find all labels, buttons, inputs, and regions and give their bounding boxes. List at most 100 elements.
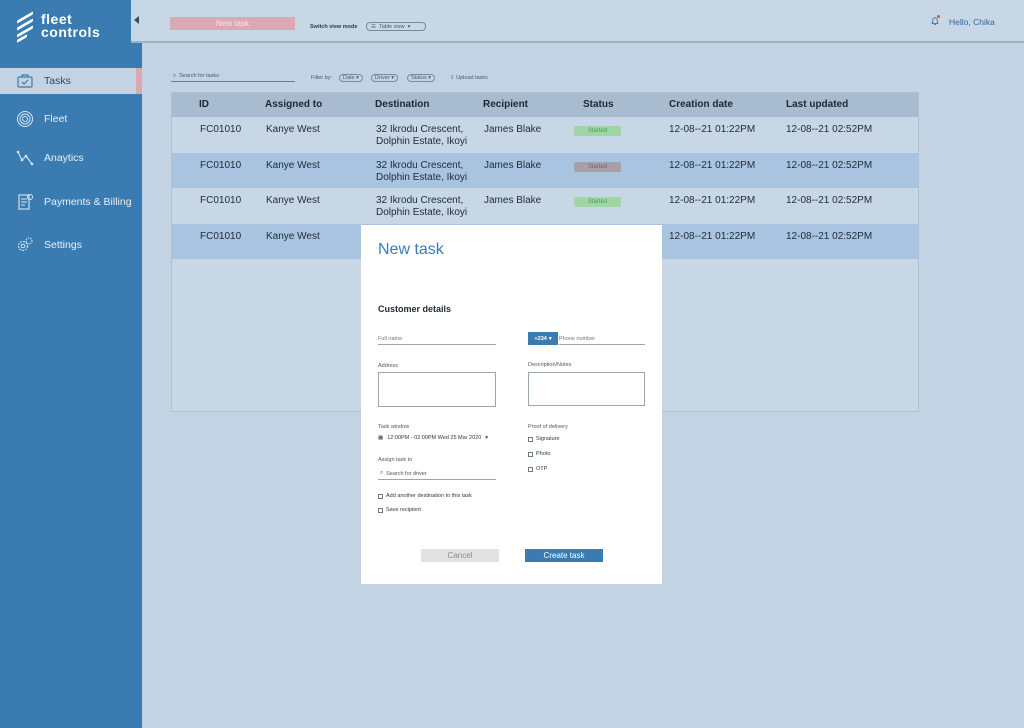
- column-header-last-updated[interactable]: Last updated: [786, 99, 848, 110]
- add-destination-checkbox[interactable]: [378, 493, 383, 499]
- switch-view-label: Switch view mode: [310, 24, 358, 30]
- cell-assigned: Kanye West: [266, 124, 320, 135]
- assign-task-label: Assign task to: [378, 457, 413, 463]
- logo-text-line2: controls: [41, 24, 101, 40]
- cell-last-updated: 12-08--21 02:52PM: [786, 159, 873, 171]
- driver-search-input[interactable]: ⌕ Search for driver: [378, 468, 496, 480]
- save-recipient-label: Save recipient: [386, 507, 421, 513]
- sidebar-item-analytics[interactable]: Anaytics: [0, 145, 142, 171]
- address-textarea[interactable]: [378, 372, 496, 407]
- task-window-value: 12:00PM - 02:00PM Wed 25 Mar 2020: [387, 435, 482, 441]
- task-search-input[interactable]: ⌕ Search for tasks: [171, 71, 295, 82]
- chevron-down-icon: ▾: [407, 23, 411, 30]
- cell-assigned: Kanye West: [266, 230, 320, 242]
- sidebar-item-label: Tasks: [44, 75, 71, 87]
- column-header-assigned[interactable]: Assigned to: [265, 99, 322, 110]
- upload-tasks-label: Upload tasks: [456, 75, 488, 81]
- table-row[interactable]: FC01010 Kanye West 32 Ikrodu Crescent, D…: [172, 188, 918, 224]
- cell-destination-line2: Dolphin Estate, Ikoyi: [376, 136, 468, 147]
- table-header: ID Assigned to Destination Recipient Sta…: [172, 93, 918, 117]
- cell-recipient: James Blake: [484, 159, 542, 171]
- cell-recipient: James Blake: [484, 124, 542, 135]
- cell-destination-line1: 32 Ikrodu Crescent,: [376, 124, 464, 135]
- sidebar-item-settings[interactable]: Settings: [0, 232, 142, 258]
- cancel-button[interactable]: Cancel: [421, 549, 499, 562]
- cell-creation-date: 12-08--21 01:22PM: [669, 124, 756, 135]
- cell-recipient: James Blake: [484, 195, 542, 206]
- save-recipient-checkbox[interactable]: [378, 507, 383, 513]
- search-icon: ⌕: [173, 72, 177, 79]
- proof-photo-option[interactable]: Photo: [528, 451, 550, 457]
- status-badge: Started: [574, 161, 621, 172]
- cell-id: FC01010: [200, 159, 242, 171]
- full-name-input[interactable]: [378, 333, 496, 345]
- table-row[interactable]: FC01010 Kanye West 32 Ikrodu Crescent, D…: [172, 152, 918, 188]
- calendar-icon: ▦: [378, 435, 384, 441]
- phone-number-input[interactable]: [559, 333, 645, 345]
- column-header-recipient[interactable]: Recipient: [483, 99, 528, 110]
- analytics-icon: [16, 149, 34, 167]
- cell-id: FC01010: [200, 195, 242, 206]
- app-logo[interactable]: fleet controls: [15, 9, 135, 43]
- signature-label: Signature: [536, 436, 560, 442]
- cell-last-updated: 12-08--21 02:52PM: [786, 124, 873, 135]
- add-destination-option[interactable]: Add another destination to this task: [378, 493, 472, 499]
- filter-driver-label: Driver: [375, 75, 390, 81]
- create-task-button[interactable]: Create task: [525, 549, 603, 562]
- signature-checkbox[interactable]: [528, 436, 533, 442]
- otp-checkbox[interactable]: [528, 466, 533, 472]
- cell-assigned: Kanye West: [266, 195, 320, 206]
- collapse-sidebar-icon[interactable]: [134, 16, 139, 24]
- filter-status[interactable]: Status ▾: [407, 74, 435, 82]
- column-header-creation-date[interactable]: Creation date: [669, 99, 733, 110]
- new-task-modal: New task Customer details +234 ▾ Address…: [361, 225, 662, 584]
- save-recipient-option[interactable]: Save recipient: [378, 507, 421, 513]
- fleet-icon: [16, 110, 34, 128]
- status-badge: Started: [574, 197, 621, 207]
- column-header-id[interactable]: ID: [199, 99, 209, 110]
- cell-destination-line2: Dolphin Estate, Ikoyi: [376, 207, 468, 218]
- sidebar-item-label: Settings: [44, 239, 82, 251]
- search-placeholder: Search for tasks: [179, 73, 219, 79]
- table-row[interactable]: FC01010 Kanye West 32 Ikrodu Crescent, D…: [172, 117, 918, 153]
- status-badge: Started: [574, 126, 621, 136]
- sidebar-item-payments[interactable]: Payments & Billing: [0, 189, 142, 215]
- sidebar-item-label: Anaytics: [44, 152, 84, 164]
- photo-label: Photo: [536, 451, 551, 457]
- task-window-select[interactable]: ▦ 12:00PM - 02:00PM Wed 25 Mar 2020 ▾: [378, 435, 488, 441]
- cell-creation-date: 12-08--21 01:22PM: [669, 230, 756, 242]
- view-mode-select[interactable]: ☰ Table view ▾: [366, 22, 426, 31]
- column-header-status[interactable]: Status: [583, 99, 614, 110]
- column-header-destination[interactable]: Destination: [375, 99, 429, 110]
- filter-date-label: Date: [343, 75, 355, 81]
- modal-title: New task: [378, 241, 444, 258]
- filter-by-label: Filter by:: [311, 75, 333, 81]
- cell-destination-line1: 32 Ikrodu Crescent,: [376, 195, 464, 206]
- upload-tasks-link[interactable]: ⇪ Upload tasks: [450, 75, 488, 81]
- proof-otp-option[interactable]: OTP: [528, 466, 547, 472]
- cell-destination-line2: Dolphin Estate, Ikoyi: [376, 171, 468, 183]
- notes-textarea[interactable]: [528, 372, 645, 406]
- cell-id: FC01010: [200, 230, 242, 242]
- notification-dot: [937, 15, 940, 18]
- payments-icon: [16, 193, 34, 211]
- user-greeting[interactable]: Hello, Chika: [949, 17, 995, 27]
- view-mode-value: Table view: [378, 23, 405, 30]
- sidebar-item-tasks[interactable]: Tasks: [0, 68, 142, 94]
- filter-driver[interactable]: Driver ▾: [371, 74, 398, 82]
- sidebar-item-label: Fleet: [44, 113, 68, 125]
- filter-status-label: Status: [411, 75, 427, 81]
- otp-label: OTP: [536, 466, 548, 472]
- filter-date[interactable]: Date ▾: [339, 74, 363, 82]
- new-task-button[interactable]: New task: [170, 17, 295, 30]
- proof-signature-option[interactable]: Signature: [528, 436, 560, 442]
- sidebar-item-fleet[interactable]: Fleet: [0, 106, 142, 132]
- table-view-icon: ☰: [371, 23, 376, 30]
- photo-checkbox[interactable]: [528, 451, 533, 457]
- upload-icon: ⇪: [450, 75, 455, 81]
- notes-label: Description/Notes: [528, 362, 572, 368]
- country-code-select[interactable]: +234 ▾: [528, 332, 558, 345]
- sidebar: fleet controls Tasks Fleet Anaytics Paym…: [0, 0, 142, 728]
- tasks-icon: [16, 72, 34, 90]
- cell-id: FC01010: [200, 124, 242, 135]
